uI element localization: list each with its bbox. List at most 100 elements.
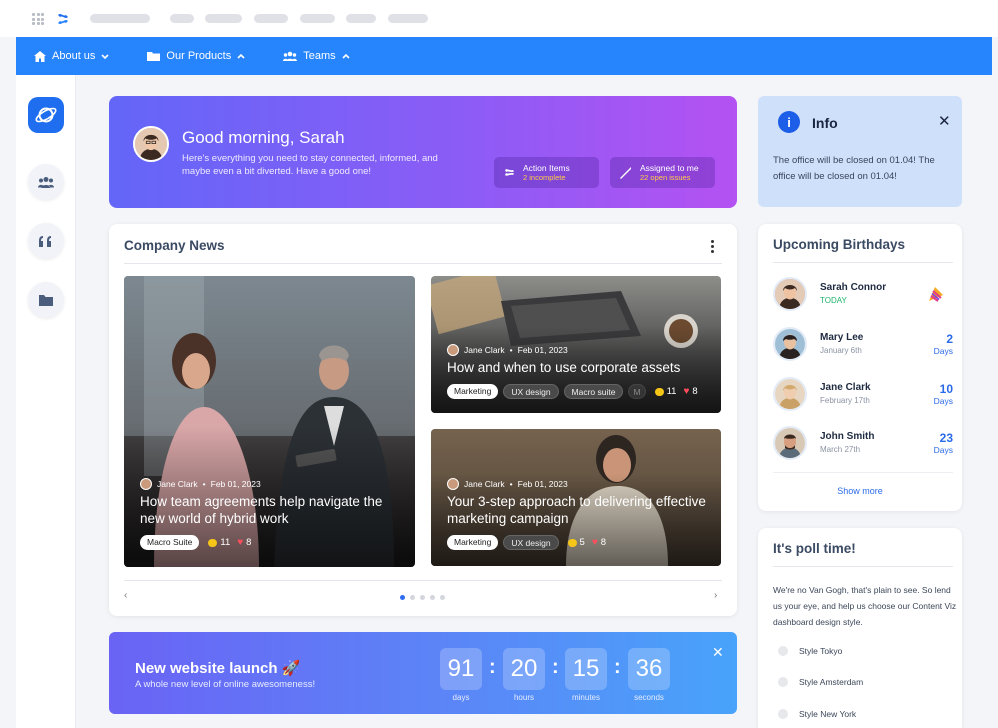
- action-items-button[interactable]: Action Items 2 incomplete: [494, 157, 599, 188]
- planet-logo-icon[interactable]: [28, 97, 64, 133]
- comment-count: 11: [220, 537, 231, 548]
- assigned-count: 22 open issues: [640, 172, 691, 182]
- news-article-tile[interactable]: Jane Clark • Feb 01, 2023 Your 3-step ap…: [431, 429, 721, 566]
- birthday-row[interactable]: Mary Lee January 6th 2 Days: [773, 325, 953, 365]
- sidebar: [16, 75, 76, 728]
- birthdays-title: Upcoming Birthdays: [773, 237, 906, 252]
- chevron-up-icon: [342, 53, 350, 59]
- avatar: [773, 327, 807, 361]
- article-author: Jane Clark: [464, 345, 505, 355]
- poll-option-label: Style Tokyo: [799, 646, 843, 656]
- poll-option[interactable]: Style Amsterdam: [778, 677, 863, 687]
- sidebar-quotes-button[interactable]: [28, 223, 64, 259]
- heart-icon[interactable]: ♥: [683, 386, 689, 397]
- days-until-count: 23: [939, 431, 953, 445]
- article-reactions: 5 ♥ 8: [567, 537, 607, 548]
- info-title: Info: [812, 115, 838, 131]
- close-icon[interactable]: ✕: [938, 112, 951, 130]
- divider: [124, 580, 722, 581]
- tag[interactable]: UX design: [503, 535, 559, 550]
- news-article-tile[interactable]: Jane Clark • Feb 01, 2023 How team agree…: [124, 276, 415, 567]
- welcome-banner: Good morning, Sarah Here's everything yo…: [109, 96, 737, 208]
- poll-option[interactable]: Style New York: [778, 709, 856, 719]
- tag[interactable]: Macro suite: [563, 384, 624, 399]
- birthday-row[interactable]: Jane Clark February 17th 10 Days: [773, 375, 953, 415]
- placeholder-bar: [300, 14, 335, 23]
- birthday-name: Sarah Connor: [820, 282, 887, 293]
- user-avatar[interactable]: [133, 126, 169, 162]
- top-bar: [0, 0, 998, 37]
- nav-about-us[interactable]: About us: [34, 50, 115, 62]
- article-title[interactable]: How team agreements help navigate the ne…: [140, 493, 390, 527]
- avatar: [773, 277, 807, 311]
- placeholder-bar: [90, 14, 150, 23]
- poll-card: It's poll time! We're no Van Gogh, that'…: [758, 528, 962, 728]
- poll-option[interactable]: Style Tokyo: [778, 646, 842, 656]
- author-avatar: [447, 478, 459, 490]
- birthday-row[interactable]: John Smith March 27th 23 Days: [773, 424, 953, 464]
- article-author: Jane Clark: [464, 479, 505, 489]
- countdown-seconds: 36: [628, 648, 670, 690]
- avatar: [773, 426, 807, 460]
- heart-icon[interactable]: ♥: [592, 537, 598, 548]
- sidebar-people-button[interactable]: [28, 164, 64, 200]
- carousel-dots[interactable]: [400, 595, 450, 600]
- days-label: Days: [933, 346, 953, 356]
- divider: [773, 472, 953, 473]
- confluence-logo-icon[interactable]: [56, 11, 72, 27]
- article-meta: Jane Clark • Feb 01, 2023: [447, 344, 568, 356]
- separator: •: [202, 479, 206, 489]
- comment-icon: [208, 538, 218, 547]
- nav-teams[interactable]: Teams: [283, 50, 355, 62]
- radio-button[interactable]: [778, 709, 788, 719]
- close-icon[interactable]: ✕: [712, 644, 724, 661]
- birthday-name: Jane Clark: [820, 382, 871, 393]
- poll-title: It's poll time!: [773, 541, 856, 556]
- like-count: 8: [600, 537, 607, 548]
- next-arrow-icon[interactable]: ›: [714, 590, 717, 601]
- folder-icon: [147, 52, 161, 61]
- nav-our-products-label: Our Products: [166, 50, 232, 62]
- countdown-seconds-label: seconds: [634, 693, 664, 702]
- action-items-count: 2 incomplete: [523, 172, 566, 182]
- tag[interactable]: Marketing: [447, 535, 499, 550]
- tag[interactable]: Marketing: [447, 384, 499, 399]
- separator: •: [509, 479, 513, 489]
- home-icon: [34, 50, 46, 62]
- comment-count: 5: [579, 537, 585, 548]
- assigned-to-me-button[interactable]: Assigned to me 22 open issues: [610, 157, 715, 188]
- article-meta: Jane Clark • Feb 01, 2023: [140, 478, 261, 490]
- sidebar-files-button[interactable]: [28, 282, 64, 318]
- placeholder-bar: [346, 14, 376, 23]
- birthday-row[interactable]: Sarah Connor TODAY: [773, 275, 953, 315]
- news-article-tile[interactable]: Jane Clark • Feb 01, 2023 How and when t…: [431, 276, 721, 413]
- birthday-name: John Smith: [820, 431, 875, 442]
- countdown-hours: 20: [503, 648, 545, 690]
- tag[interactable]: M: [628, 384, 646, 399]
- prev-arrow-icon[interactable]: ‹: [124, 590, 127, 601]
- assigned-label: Assigned to me: [640, 162, 699, 173]
- comment-count: 11: [666, 386, 677, 397]
- separator: •: [509, 345, 513, 355]
- radio-button[interactable]: [778, 646, 788, 656]
- app-launcher-icon[interactable]: [32, 13, 44, 25]
- jira-icon: [620, 166, 631, 179]
- article-title[interactable]: Your 3-step approach to delivering effec…: [447, 493, 717, 527]
- chevron-up-icon: [237, 53, 245, 59]
- heart-icon[interactable]: ♥: [237, 537, 243, 548]
- tag[interactable]: Macro Suite: [140, 535, 200, 550]
- more-options-icon[interactable]: [711, 240, 715, 255]
- article-reactions: 11 ♥ 8: [208, 537, 251, 548]
- nav-about-us-label: About us: [52, 50, 96, 62]
- article-title[interactable]: How and when to use corporate assets: [447, 359, 717, 376]
- days-until-count: 10: [939, 382, 953, 396]
- company-news-card: Company News Jane Clark • Feb 01, 2023 H…: [109, 224, 737, 616]
- tasks-icon: [505, 169, 514, 176]
- radio-button[interactable]: [778, 677, 788, 687]
- tag[interactable]: UX design: [503, 384, 559, 399]
- party-popper-icon[interactable]: [927, 283, 947, 303]
- divider: [124, 263, 722, 264]
- show-more-link[interactable]: Show more: [758, 486, 962, 496]
- nav-our-products[interactable]: Our Products: [147, 50, 251, 62]
- poll-option-label: Style New York: [799, 709, 857, 719]
